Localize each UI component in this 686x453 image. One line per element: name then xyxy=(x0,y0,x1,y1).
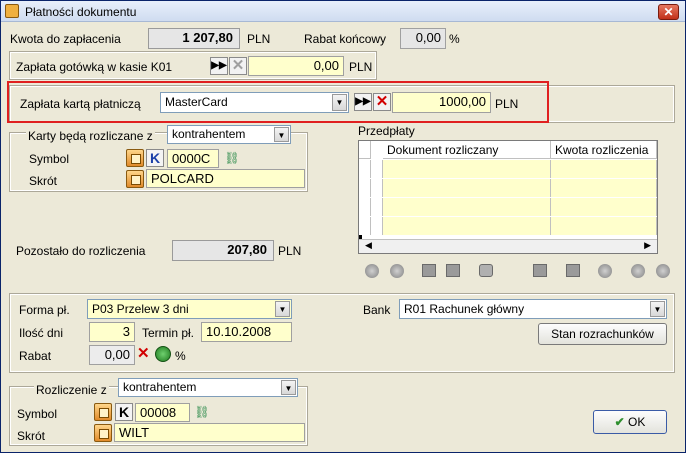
fill-cash-button[interactable]: ▶▶ xyxy=(210,57,228,75)
settlement-symbol-field[interactable]: 00008 xyxy=(135,403,190,422)
amount-due-label: Kwota do zapłacenia xyxy=(10,32,121,46)
card-settlement-value: kontrahentem xyxy=(172,127,246,141)
card-contractor-link-icon[interactable]: ⛓ xyxy=(222,149,242,167)
table-row[interactable] xyxy=(359,179,657,197)
bank-value: R01 Rachunek główny xyxy=(404,302,525,316)
title-bar: Płatności dokumentu ✕ xyxy=(1,1,685,22)
next-icon[interactable] xyxy=(656,264,670,278)
settlement-short-lookup-button[interactable] xyxy=(94,424,112,442)
clear-icon: ✕ xyxy=(231,57,245,74)
due-date-field[interactable]: 10.10.2008 xyxy=(201,322,292,342)
settlement-contractor-k-button[interactable]: K xyxy=(115,403,133,421)
card-symbol-field[interactable]: 0000C xyxy=(167,149,219,168)
days-field[interactable]: 3 xyxy=(89,322,135,342)
amount-due-currency: PLN xyxy=(247,32,271,46)
column-header[interactable]: Dokument rozliczany xyxy=(383,141,551,159)
refresh-icon[interactable] xyxy=(598,264,612,278)
payment-form-value: P03 Przelew 3 dni xyxy=(92,302,189,316)
clear-card-button[interactable]: ✕ xyxy=(373,93,391,111)
table-row[interactable] xyxy=(359,160,657,178)
clear-cash-button[interactable]: ✕ xyxy=(229,57,247,75)
calculator-icon[interactable] xyxy=(422,264,436,277)
card-label: Zapłata kartą płatniczą xyxy=(20,97,141,111)
final-discount-label: Rabat końcowy xyxy=(304,32,387,46)
clear-icon: ✕ xyxy=(137,345,150,362)
add-icon[interactable] xyxy=(365,264,379,278)
card-currency: PLN xyxy=(495,97,519,111)
clear-icon: ✕ xyxy=(375,93,389,110)
card-contractor-lookup-button[interactable] xyxy=(126,149,144,167)
save-icon[interactable] xyxy=(533,264,547,277)
payment-form-select[interactable]: P03 Przelew 3 dni ▼ xyxy=(87,299,292,319)
bank-select[interactable]: R01 Rachunek główny ▼ xyxy=(399,299,667,319)
app-icon xyxy=(5,4,19,18)
settlement-short-label: Skrót xyxy=(17,429,46,443)
table-row[interactable] xyxy=(359,217,657,235)
card-amount-field[interactable]: 1000,00 xyxy=(392,92,491,113)
settlement-label: Rozliczenie z xyxy=(34,383,109,397)
chevron-down-icon: ▼ xyxy=(274,127,289,142)
remaining-value: 207,80 xyxy=(172,240,274,261)
card-settlement-select[interactable]: kontrahentem ▼ xyxy=(167,125,291,144)
card-settlement-label: Karty będą rozliczane z xyxy=(26,129,155,143)
remaining-currency: PLN xyxy=(278,244,302,258)
prepayments-label: Przedpłaty xyxy=(358,124,415,138)
final-discount-unit: % xyxy=(449,32,460,46)
cash-currency: PLN xyxy=(349,60,373,74)
stack-icon[interactable] xyxy=(566,264,580,277)
check-icon: ✔ xyxy=(614,415,625,429)
binoculars-icon[interactable] xyxy=(479,264,493,277)
card-type-value: MasterCard xyxy=(165,95,228,109)
table-corner xyxy=(359,141,371,159)
previous-icon[interactable] xyxy=(631,264,645,278)
bank-label: Bank xyxy=(363,303,391,317)
chevron-down-icon: ▼ xyxy=(281,380,296,395)
card-contractor-k-button[interactable]: K xyxy=(146,149,164,167)
table-row[interactable] xyxy=(359,198,657,216)
discount-field[interactable]: 0,00 xyxy=(89,345,135,365)
settlement-symbol-label: Symbol xyxy=(17,407,58,421)
card-type-select[interactable]: MasterCard ▼ xyxy=(160,92,349,113)
remove-icon[interactable] xyxy=(390,264,404,278)
amount-due-value: 1 207,80 xyxy=(148,28,240,49)
prepayments-table[interactable]: Dokument rozliczany Kwota rozliczenia ◀ … xyxy=(358,140,658,254)
card-symbol-label: Symbol xyxy=(29,152,70,166)
settlement-contractor-lookup-button[interactable] xyxy=(94,403,112,421)
final-discount-field[interactable]: 0,00 xyxy=(400,28,446,49)
ok-label: OK xyxy=(628,415,646,429)
payment-form-label: Forma pł. xyxy=(19,303,70,317)
cash-amount-field[interactable]: 0,00 xyxy=(248,56,344,76)
clear-discount-button[interactable]: ✕ xyxy=(137,346,153,364)
remaining-label: Pozostało do rozliczenia xyxy=(16,244,146,258)
chevron-down-icon: ▼ xyxy=(275,301,290,317)
scroll-left-icon[interactable]: ◀ xyxy=(365,240,372,251)
settlement-contractor-link-icon[interactable]: ⛓ xyxy=(192,403,212,421)
discount-unit: % xyxy=(175,349,186,363)
payments-dialog: Płatności dokumentu ✕ Kwota do zapłaceni… xyxy=(0,0,686,453)
balance-button[interactable]: Stan rozrachunków xyxy=(538,323,667,345)
scroll-right-icon[interactable]: ▶ xyxy=(644,240,651,251)
cash-label: Zapłata gotówką w kasie K01 xyxy=(16,60,173,74)
discount-label: Rabat xyxy=(19,349,52,363)
card-short-label: Skrót xyxy=(29,174,58,188)
horizontal-scrollbar[interactable]: ◀ ▶ xyxy=(359,239,657,253)
due-date-label: Termin pł. xyxy=(142,326,195,340)
apply-discount-icon[interactable] xyxy=(155,346,171,362)
card-short-lookup-button[interactable] xyxy=(126,170,144,188)
ok-button[interactable]: ✔ OK xyxy=(593,410,667,434)
settlement-select[interactable]: kontrahentem ▼ xyxy=(118,378,298,397)
days-label: Ilość dni xyxy=(19,326,64,340)
column-header[interactable]: Kwota rozliczenia xyxy=(551,141,657,159)
card-short-field[interactable]: POLCARD xyxy=(146,169,305,188)
fill-card-button[interactable]: ▶▶ xyxy=(354,93,372,111)
settlement-short-field[interactable]: WILT xyxy=(114,423,305,442)
settlement-value: kontrahentem xyxy=(123,380,197,394)
card-icon[interactable] xyxy=(446,264,460,277)
close-button[interactable]: ✕ xyxy=(658,4,679,20)
chevron-down-icon: ▼ xyxy=(650,301,665,317)
window-title: Płatności dokumentu xyxy=(25,5,137,19)
chevron-down-icon: ▼ xyxy=(332,94,347,111)
